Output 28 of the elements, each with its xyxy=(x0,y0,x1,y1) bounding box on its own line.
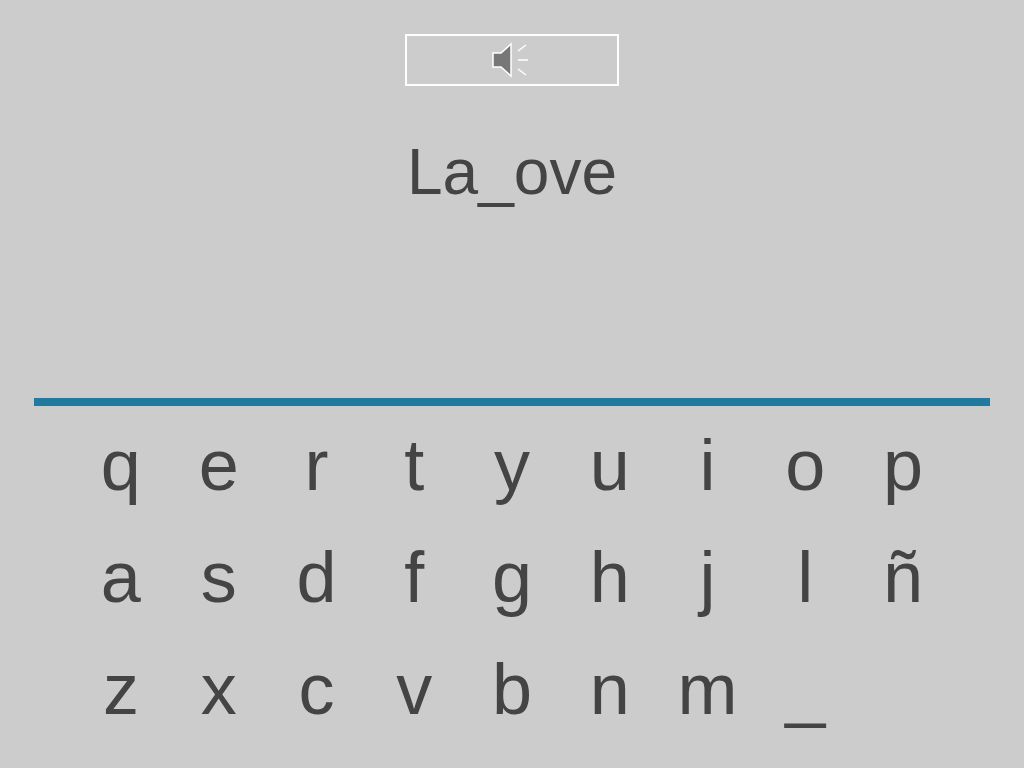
letter-key[interactable]: t xyxy=(404,420,425,510)
letter-key[interactable]: q xyxy=(100,420,141,510)
letter-key[interactable]: x xyxy=(200,644,237,734)
letter-key[interactable]: g xyxy=(491,532,532,622)
letter-key[interactable]: s xyxy=(200,532,237,622)
letter-key[interactable]: c xyxy=(298,644,335,734)
letter-key[interactable]: ñ xyxy=(883,532,924,622)
letter-key[interactable]: p xyxy=(883,420,924,510)
letter-key[interactable]: i xyxy=(699,420,716,510)
letter-key[interactable]: a xyxy=(100,532,141,622)
letter-key[interactable]: e xyxy=(198,420,239,510)
letter-key[interactable]: y xyxy=(494,420,530,510)
letter-key[interactable]: v xyxy=(396,644,433,734)
letter-key[interactable]: m xyxy=(677,644,738,734)
letter-key[interactable]: h xyxy=(589,532,630,622)
letter-key[interactable]: n xyxy=(589,644,630,734)
letter-key[interactable]: l xyxy=(797,532,814,622)
audio-button[interactable] xyxy=(405,34,619,86)
letter-key[interactable]: j xyxy=(699,532,716,622)
letter-key[interactable]: r xyxy=(304,420,329,510)
letter-key[interactable]: b xyxy=(491,644,532,734)
letter-key[interactable]: u xyxy=(589,420,630,510)
word-text: La_ove xyxy=(407,135,617,210)
letter-key[interactable]: z xyxy=(102,644,139,734)
letter-key[interactable]: o xyxy=(785,420,826,510)
letter-key[interactable]: f xyxy=(404,532,425,622)
letter-key[interactable]: _ xyxy=(785,644,826,734)
letter-key[interactable]: d xyxy=(296,532,337,622)
